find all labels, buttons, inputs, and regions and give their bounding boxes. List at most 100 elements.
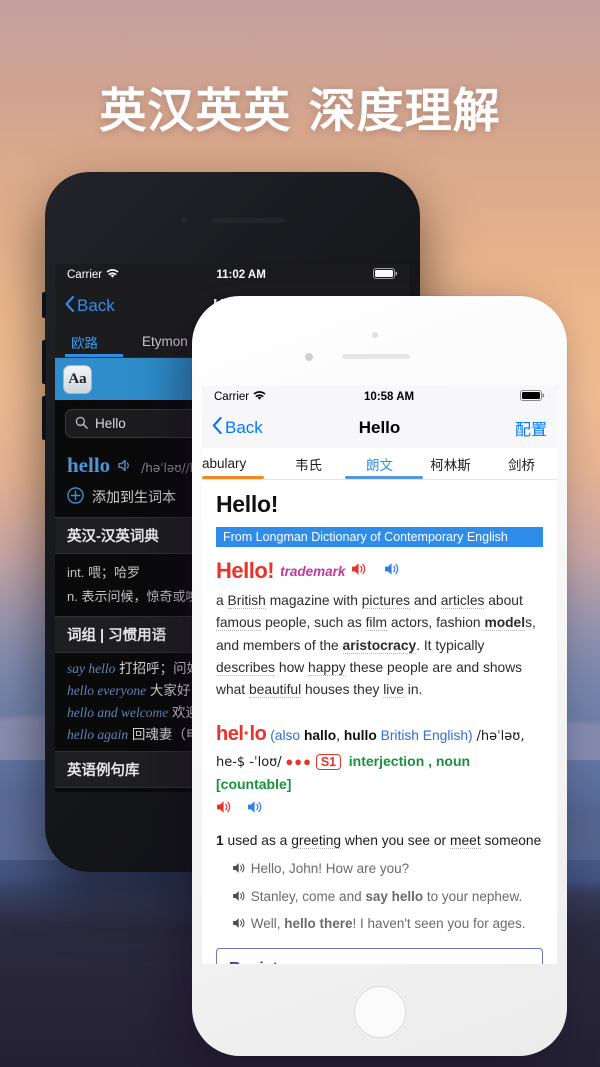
- carrier-label: Carrier: [67, 269, 103, 281]
- sense-1: 1 used as a greeting when you see or mee…: [216, 830, 543, 852]
- text-run: model: [484, 615, 526, 632]
- entry2-variant-1: hallo: [303, 727, 337, 743]
- light-status-bar: Carrier 10:58 AM: [202, 386, 557, 408]
- register-title: Register: [229, 960, 530, 964]
- text-run: to your nephew.: [423, 888, 523, 904]
- text-run: Well,: [250, 916, 285, 932]
- add-to-vocabulary-label: 添加到生词本: [92, 489, 176, 505]
- text-run: Stanley, come and: [250, 888, 366, 904]
- tab-etymon[interactable]: Etymon: [142, 334, 188, 349]
- example-text: Hello, John! How are you?: [251, 861, 409, 876]
- text-run: articles: [440, 593, 485, 609]
- phrase-en: hello everyone: [67, 682, 147, 698]
- aa-glyph: Aa: [68, 370, 87, 387]
- carrier-label: Carrier: [214, 391, 250, 403]
- phrase-cn: 打招呼；问好: [119, 661, 201, 677]
- dark-phonetic: /həˈləʊ//h: [141, 461, 198, 475]
- white-phone-device: Carrier 10:58 AM Back Hello 配置 abulary 韦…: [192, 296, 567, 1056]
- tab-oulu[interactable]: 欧路: [71, 332, 98, 352]
- text-run: houses they: [301, 682, 384, 698]
- example-1: Hello, John! How are you?: [216, 858, 543, 880]
- text-run: famous: [216, 615, 262, 632]
- entry2-comma: ,: [428, 753, 432, 770]
- text-run: pictures: [361, 593, 411, 609]
- white-phone-top-hardware: [192, 330, 567, 370]
- tab-underline-vocabulary: [202, 476, 264, 479]
- dark-phone-top-hardware: [181, 218, 284, 223]
- tab-indicator: [65, 354, 123, 357]
- text-run: someone: [480, 833, 542, 849]
- text-run: in.: [403, 682, 423, 698]
- text-run: beautiful: [248, 682, 302, 699]
- battery-icon: [373, 268, 398, 282]
- speaker-icon-gray[interactable]: [232, 916, 251, 931]
- config-button[interactable]: 配置: [515, 416, 547, 440]
- speaker-icon-blue[interactable]: [247, 799, 264, 821]
- proximity-sensor-icon: [372, 332, 378, 338]
- text-run: British: [227, 593, 266, 609]
- clock-label: 10:58 AM: [364, 391, 415, 403]
- tab-weishi[interactable]: 韦氏: [273, 454, 344, 474]
- phrase-en: say hello: [67, 661, 116, 677]
- light-nav-bar: Back Hello 配置: [202, 408, 557, 448]
- text-run: ! I haven't seen you for ages.: [352, 916, 526, 932]
- tab-longman[interactable]: 朗文: [344, 454, 415, 474]
- plus-circle-icon: [67, 487, 84, 507]
- front-camera-icon: [181, 218, 186, 223]
- clock-label: 11:02 AM: [216, 269, 266, 281]
- text-run: people, such as: [261, 615, 366, 631]
- battery-icon: [520, 390, 545, 404]
- text-run: live: [383, 682, 404, 699]
- speaker-icon-gray[interactable]: [232, 861, 251, 876]
- text-run: Hello, John! How are you?: [250, 861, 410, 877]
- entry-definition-paragraph: a British magazine with pictures and art…: [216, 590, 543, 702]
- text-run: greeting: [291, 833, 342, 850]
- dictionary-tabbar: abulary 韦氏 朗文 柯林斯 剑桥: [202, 448, 557, 480]
- mute-switch[interactable]: [42, 292, 46, 318]
- frequency-badge-s1: S1: [315, 754, 342, 771]
- text-run: actors, fashion: [387, 615, 485, 631]
- text-run: magazine with: [265, 593, 362, 608]
- text-run: meet: [449, 833, 481, 850]
- phrase-en: hello again: [67, 726, 129, 742]
- frequency-dots: ●●●: [285, 754, 312, 770]
- speaker-icon-blue[interactable]: [384, 562, 401, 581]
- entry2-pos-noun: noun: [435, 753, 471, 770]
- text-run: say hello: [365, 888, 424, 904]
- speaker-icon-red[interactable]: [351, 562, 368, 581]
- entry2-also-label: (also: [270, 727, 301, 743]
- text-run: happy: [308, 660, 346, 677]
- dictionary-source-bar: From Longman Dictionary of Contemporary …: [216, 527, 543, 547]
- entry-hello-main: hel·lo (also hallo, hullo British Englis…: [216, 718, 543, 935]
- page-title: Hello: [358, 418, 401, 437]
- text-run: how: [275, 660, 309, 676]
- text-run: film: [365, 615, 388, 632]
- entry2-variety-label: British English): [380, 727, 473, 743]
- phrase-cn: 大家好: [149, 682, 191, 698]
- volume-down-button[interactable]: [42, 396, 46, 440]
- speaker-icon-red[interactable]: [216, 799, 233, 821]
- tab-cambridge[interactable]: 剑桥: [486, 454, 557, 474]
- tab-vocabulary[interactable]: abulary: [202, 456, 273, 471]
- volume-up-button[interactable]: [42, 340, 46, 384]
- dictionary-content: Hello! From Longman Dictionary of Contem…: [202, 480, 557, 964]
- entry2-variant-2: hullo: [343, 727, 377, 743]
- earpiece-speaker: [212, 218, 284, 223]
- entry2-grammar-countable: [countable]: [216, 776, 292, 793]
- speaker-icon-gray[interactable]: [232, 889, 251, 904]
- text-run: a: [216, 593, 228, 608]
- entry-hello-headline: hel·lo (also hallo, hullo British Englis…: [216, 722, 525, 793]
- dark-headword: hello: [67, 453, 111, 477]
- home-button[interactable]: [353, 986, 406, 1038]
- phrase-cn: 回魂妻（电: [131, 726, 200, 742]
- sense-text: used as a greeting when you see or meet …: [228, 833, 542, 850]
- text-run: about: [484, 593, 523, 608]
- example-3: Well, hello there! I haven't seen you fo…: [216, 913, 543, 935]
- white-phone-screen: Carrier 10:58 AM Back Hello 配置 abulary 韦…: [202, 386, 557, 964]
- tab-collins[interactable]: 柯林斯: [415, 454, 486, 474]
- entry-headword: Hello!: [216, 558, 275, 583]
- speaker-icon[interactable]: [118, 459, 133, 477]
- example-text: Well, hello there! I haven't seen you fo…: [251, 916, 526, 931]
- entry2-audio-row: [216, 799, 543, 821]
- entry2-headword: hel·lo: [216, 722, 267, 745]
